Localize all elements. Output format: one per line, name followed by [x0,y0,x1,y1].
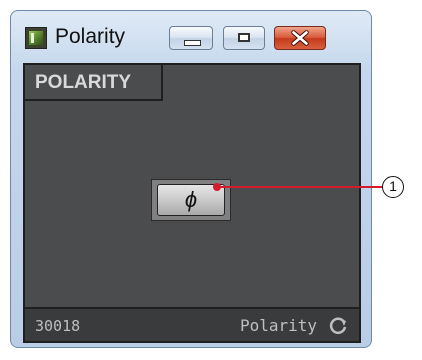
window-title: Polarity [55,25,126,48]
app-icon-bar [31,33,34,43]
app-icon[interactable] [25,27,47,49]
section-label: POLARITY [25,65,163,101]
callout-number: 1 [382,176,404,198]
component-name: Polarity [239,316,317,335]
component-id: 30018 [35,317,81,335]
close-button[interactable] [274,26,326,50]
sync-icon[interactable] [327,315,349,337]
title-bar[interactable]: Polarity [11,11,371,59]
minimize-icon [184,40,201,46]
maximize-icon [238,33,250,42]
stage: Polarity POLARITY ϕ 30018 Polarity 1 [0,0,422,360]
minimize-button[interactable] [169,26,213,50]
status-bar: 30018 Polarity [23,309,361,343]
polarity-window: Polarity POLARITY ϕ 30018 Polarity [10,10,372,348]
callout-line [216,186,382,188]
close-icon [291,30,309,46]
maximize-button[interactable] [223,26,265,50]
